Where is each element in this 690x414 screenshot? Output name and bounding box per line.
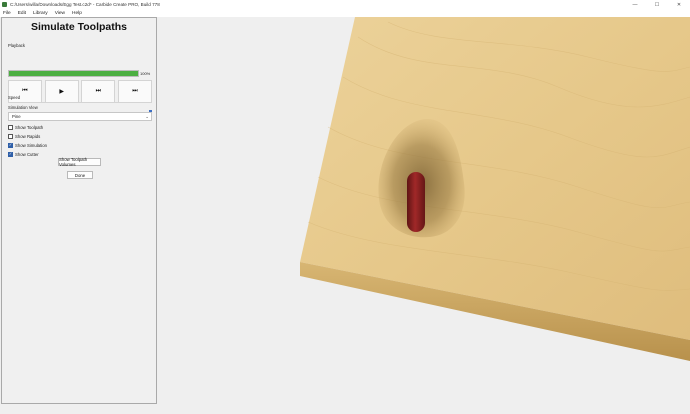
menu-bar: File Edit Library View Help xyxy=(0,9,690,17)
menu-library[interactable]: Library xyxy=(33,11,48,16)
panel-title: Simulate Toolpaths xyxy=(30,21,128,33)
show-toolpath-volumes-button[interactable]: Show Toolpath Volumes xyxy=(58,157,101,167)
speed-label: Speed xyxy=(8,95,21,100)
checkbox-label: Show Rapids xyxy=(15,133,41,139)
checkbox-label: Show Simulation xyxy=(15,142,48,148)
skip-to-end-icon: ⏭ xyxy=(132,88,138,94)
checkbox-label: Show Cutter xyxy=(15,151,39,157)
app-logo-icon xyxy=(2,2,7,7)
step-forward-icon: ⏭ xyxy=(95,88,102,94)
skip-to-start-icon: ⏮ xyxy=(22,88,28,94)
step-forward-button[interactable]: ⏭ xyxy=(81,80,116,103)
show-cutter-checkbox[interactable]: ✓ Show Cutter xyxy=(8,151,39,157)
minimize-button[interactable]: — xyxy=(624,0,646,9)
simulate-toolpaths-panel: Simulate Toolpaths Playback 100% ⏮ ▶ ⏭ ⏭… xyxy=(1,17,157,404)
chevron-down-icon: ⌄ xyxy=(145,114,149,119)
maximize-button[interactable]: ☐ xyxy=(646,0,668,9)
close-button[interactable]: ✕ xyxy=(668,0,690,9)
simulation-canvas[interactable] xyxy=(158,17,690,414)
playback-progress-bar xyxy=(8,70,139,77)
done-button[interactable]: Done xyxy=(67,171,93,179)
checkbox-icon: ✓ xyxy=(8,142,13,148)
menu-help[interactable]: Help xyxy=(72,11,82,16)
playback-controls: ⏮ ▶ ⏭ ⏭ xyxy=(8,80,152,103)
show-simulation-checkbox[interactable]: ✓ Show Simulation xyxy=(8,142,47,148)
menu-view[interactable]: View xyxy=(55,11,65,16)
checkbox-icon: ✓ xyxy=(8,151,13,157)
play-icon: ▶ xyxy=(59,89,64,95)
show-toolpath-checkbox[interactable]: Show Toolpath xyxy=(8,124,43,130)
title-bar: C:/Users/willa/Downloads/Egg Test.c2d* -… xyxy=(0,0,690,9)
window-title: C:/Users/willa/Downloads/Egg Test.c2d* -… xyxy=(10,2,160,7)
progress-fill xyxy=(9,71,138,76)
cutter-tool xyxy=(407,172,425,232)
checkbox-icon xyxy=(8,124,13,130)
show-rapids-checkbox[interactable]: Show Rapids xyxy=(8,133,40,139)
simulation-view-label: Simulation View xyxy=(8,105,38,110)
stock-top-surface xyxy=(300,17,690,340)
3d-viewport[interactable] xyxy=(158,17,690,414)
play-button[interactable]: ▶ xyxy=(44,80,79,103)
divider xyxy=(8,102,152,103)
simulation-view-select[interactable]: Pine ⌄ xyxy=(8,112,152,121)
menu-file[interactable]: File xyxy=(3,11,11,16)
playback-label: Playback xyxy=(8,43,25,48)
window-controls: — ☐ ✕ xyxy=(624,0,690,9)
skip-to-end-button[interactable]: ⏭ xyxy=(117,80,152,103)
simulation-view-value: Pine xyxy=(12,114,21,119)
checkbox-icon xyxy=(8,133,13,139)
checkbox-label: Show Toolpath xyxy=(15,124,44,130)
progress-percent: 100% xyxy=(140,71,151,76)
menu-edit[interactable]: Edit xyxy=(18,11,26,16)
